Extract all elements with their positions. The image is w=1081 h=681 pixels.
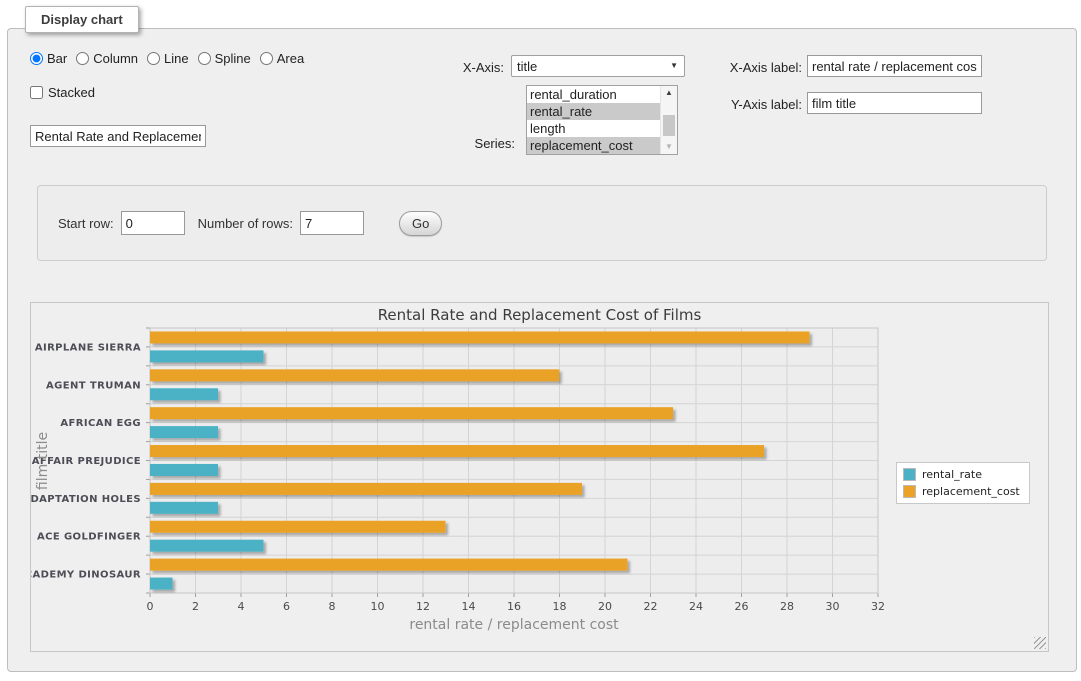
- radio-label: Spline: [215, 51, 251, 66]
- series-field-label: Series:: [408, 136, 515, 151]
- series-option-rental_duration[interactable]: rental_duration: [527, 86, 677, 103]
- stacked-option[interactable]: Stacked: [30, 85, 95, 100]
- stacked-checkbox[interactable]: [30, 86, 43, 99]
- legend-swatch-icon: [903, 468, 916, 481]
- legend-entry-replacement_cost: replacement_cost: [903, 485, 1020, 498]
- svg-text:6: 6: [283, 600, 290, 613]
- display-chart-panel: BarColumnLineSplineArea Stacked X-Axis: …: [7, 28, 1077, 672]
- radio-label: Bar: [47, 51, 67, 66]
- svg-text:AFRICAN EGG: AFRICAN EGG: [60, 418, 141, 429]
- svg-text:14: 14: [462, 600, 476, 613]
- rows-panel: Start row: Number of rows: Go: [37, 185, 1047, 261]
- dropdown-arrow-icon: ▼: [670, 61, 678, 70]
- series-option-replacement_cost[interactable]: replacement_cost: [527, 137, 677, 154]
- start-row-input[interactable]: [121, 211, 185, 235]
- radio-input[interactable]: [260, 52, 273, 65]
- svg-text:0: 0: [147, 600, 154, 613]
- chart-type-radio-column[interactable]: Column: [76, 51, 138, 66]
- svg-text:20: 20: [598, 600, 612, 613]
- svg-text:26: 26: [735, 600, 749, 613]
- legend-label: rental_rate: [922, 468, 982, 481]
- svg-text:ACADEMY DINOSAUR: ACADEMY DINOSAUR: [31, 570, 141, 581]
- chart-type-radio-group: Bar Column Line Spline Area: [30, 51, 304, 66]
- y-axis-label-field-label: Y-Axis label:: [696, 97, 802, 112]
- svg-text:24: 24: [689, 600, 703, 613]
- scroll-down-icon[interactable]: ▼: [661, 140, 677, 154]
- series-option-rental_rate[interactable]: rental_rate: [527, 103, 677, 120]
- num-rows-label: Number of rows:: [198, 216, 293, 231]
- legend-label: replacement_cost: [922, 485, 1020, 498]
- svg-text:AGENT TRUMAN: AGENT TRUMAN: [46, 380, 141, 391]
- x-axis-field-label: X-Axis:: [388, 60, 504, 75]
- svg-text:22: 22: [644, 600, 658, 613]
- chart-type-radio-spline[interactable]: Spline: [198, 51, 251, 66]
- svg-text:32: 32: [871, 600, 885, 613]
- x-axis-selected-value: title: [517, 59, 537, 74]
- chart-y-axis-label: film title: [35, 396, 49, 526]
- radio-input[interactable]: [147, 52, 160, 65]
- svg-text:8: 8: [329, 600, 336, 613]
- num-rows-input[interactable]: [300, 211, 364, 235]
- stacked-label: Stacked: [48, 85, 95, 100]
- chart: Rental Rate and Replacement Cost of Film…: [30, 302, 1049, 652]
- x-axis-select[interactable]: title ▼: [511, 55, 685, 77]
- panel-legend: Display chart: [25, 6, 139, 33]
- resize-handle[interactable]: [1034, 637, 1046, 649]
- x-axis-label-field-label: X-Axis label:: [696, 60, 802, 75]
- radio-input[interactable]: [76, 52, 89, 65]
- chart-type-radio-area[interactable]: Area: [260, 51, 304, 66]
- svg-text:12: 12: [416, 600, 430, 613]
- y-axis-label-input[interactable]: [807, 92, 982, 114]
- chart-title-input[interactable]: [30, 125, 206, 147]
- start-row-label: Start row:: [58, 216, 114, 231]
- series-scrollbar[interactable]: ▲ ▼: [660, 86, 677, 154]
- chart-type-radio-bar[interactable]: Bar: [30, 51, 67, 66]
- scrollbar-thumb[interactable]: [663, 115, 675, 136]
- svg-text:4: 4: [238, 600, 245, 613]
- page: Display chart Bar Column Line Spline Area St…: [0, 0, 1081, 681]
- svg-text:30: 30: [826, 600, 840, 613]
- radio-input[interactable]: [30, 52, 43, 65]
- svg-text:2: 2: [192, 600, 199, 613]
- series-listbox[interactable]: rental_durationrental_ratelengthreplacem…: [526, 85, 678, 155]
- series-option-length[interactable]: length: [527, 120, 677, 137]
- radio-label: Line: [164, 51, 189, 66]
- legend-entry-rental_rate: rental_rate: [903, 468, 1020, 481]
- svg-text:28: 28: [780, 600, 794, 613]
- svg-text:16: 16: [507, 600, 521, 613]
- radio-input[interactable]: [198, 52, 211, 65]
- legend-swatch-icon: [903, 485, 916, 498]
- go-button[interactable]: Go: [399, 211, 442, 236]
- chart-x-axis-label: rental rate / replacement cost: [150, 617, 878, 633]
- x-axis-label-input[interactable]: [807, 55, 982, 77]
- svg-text:10: 10: [371, 600, 385, 613]
- panel-legend-text: Display chart: [41, 12, 123, 27]
- svg-text:18: 18: [553, 600, 567, 613]
- series-options: rental_durationrental_ratelengthreplacem…: [527, 86, 677, 154]
- chart-type-radio-line[interactable]: Line: [147, 51, 189, 66]
- scroll-up-icon[interactable]: ▲: [661, 86, 677, 100]
- svg-text:AIRPLANE SIERRA: AIRPLANE SIERRA: [35, 342, 141, 353]
- radio-label: Column: [93, 51, 138, 66]
- svg-text:ACE GOLDFINGER: ACE GOLDFINGER: [37, 532, 141, 543]
- chart-legend: rental_rate replacement_cost: [896, 462, 1030, 504]
- radio-label: Area: [277, 51, 304, 66]
